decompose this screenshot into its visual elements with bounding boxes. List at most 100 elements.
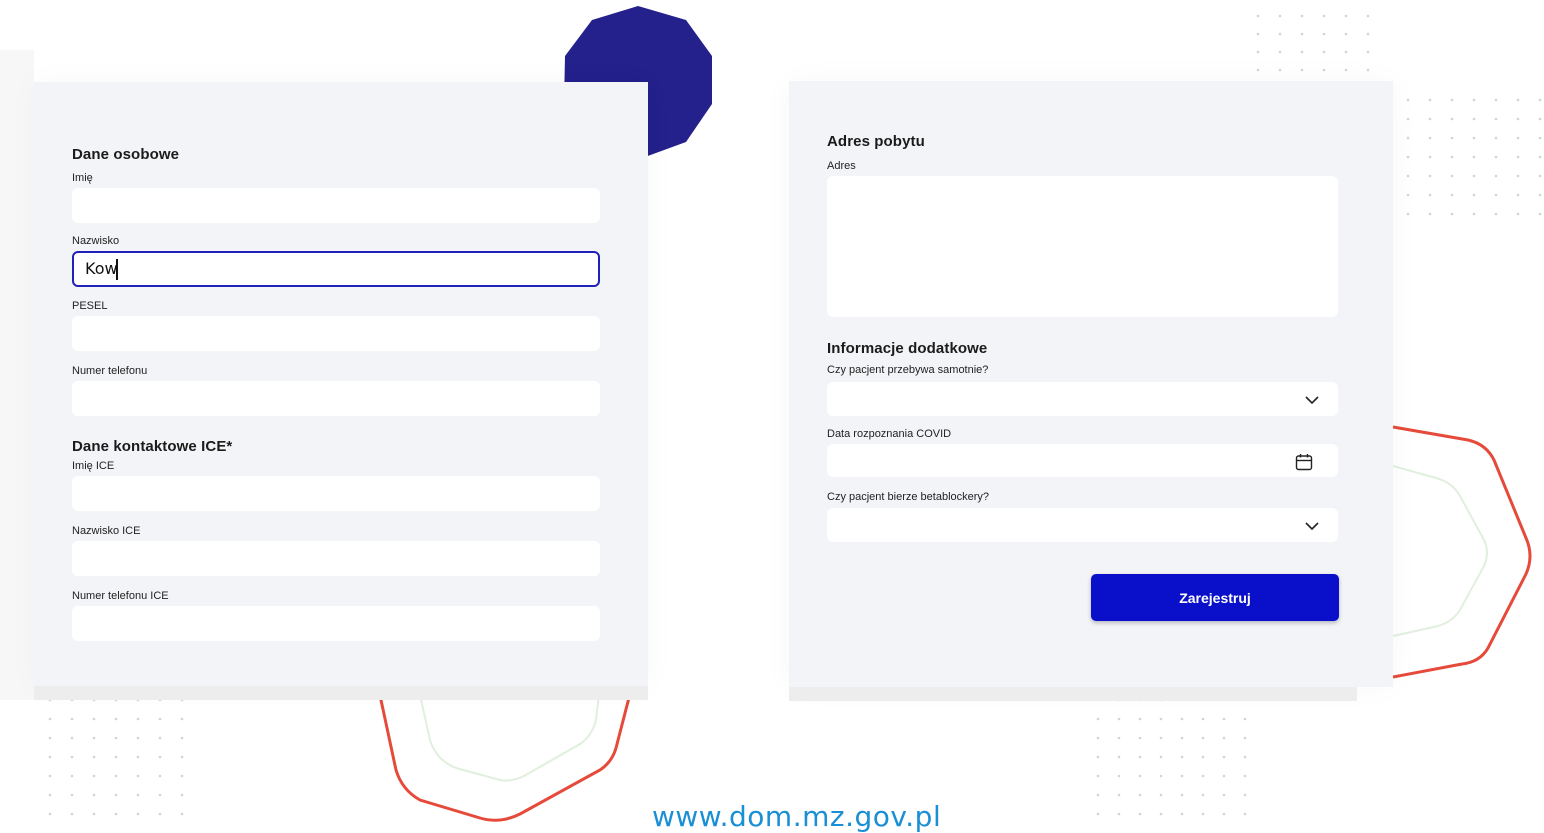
decor-dot [1117,793,1121,797]
decor-dot [1366,68,1370,72]
last-name-input[interactable]: Kow [72,251,600,287]
decor-dot [1538,193,1542,197]
decor-dot [1201,755,1205,759]
decor-dot [1516,155,1520,159]
decor-dot [1117,774,1121,778]
decor-dot [1096,793,1100,797]
alone-label: Czy pacjent przebywa samotnie? [827,364,989,376]
decor-dot [92,774,96,778]
covid-date-input[interactable] [827,444,1338,477]
decor-dot [48,774,52,778]
decor-dot [1450,193,1454,197]
decor-dot [1322,68,1326,72]
decor-dot [1494,212,1498,216]
decor-dot [1366,32,1370,36]
decor-dot [1406,98,1410,102]
decor-dot [1538,98,1542,102]
decor-dot [1428,174,1432,178]
decor-dot [1494,155,1498,159]
decor-dot [1243,793,1247,797]
decor-dot [136,793,140,797]
decor-dot [1406,155,1410,159]
decor-dot [180,755,184,759]
ice-first-name-input[interactable] [72,476,600,511]
phone-input[interactable] [72,381,600,416]
decor-dot [1516,174,1520,178]
decor-dot [114,774,118,778]
chevron-down-icon [1305,396,1319,405]
decor-dot [1494,117,1498,121]
decor-dot [1117,717,1121,721]
card-shadow [34,686,648,700]
decor-dot [180,736,184,740]
decor-dot [1472,174,1476,178]
covid-date-label: Data rozpoznania COVID [827,428,952,440]
decor-dot [1138,736,1142,740]
decor-dot [158,717,162,721]
decor-dot [1300,14,1304,18]
decor-dot [1406,117,1410,121]
decor-dot [1117,755,1121,759]
section-title-extra: Informacje dodatkowe [827,340,988,357]
phone-label: Numer telefonu [72,365,148,377]
decor-dot [1243,774,1247,778]
section-title-ice: Dane kontaktowe ICE* [72,438,233,455]
alone-select[interactable] [827,382,1338,416]
ice-last-name-input[interactable] [72,541,600,576]
decor-dot [70,717,74,721]
decor-dot [1538,117,1542,121]
decor-dot [1406,193,1410,197]
decor-dot [1222,736,1226,740]
decor-dot [1450,174,1454,178]
decor-dot [1538,174,1542,178]
first-name-input[interactable] [72,188,600,223]
calendar-icon[interactable] [1295,453,1313,471]
decor-dot [1243,717,1247,721]
decor-dot [28,565,32,569]
decor-dot [1516,193,1520,197]
decor-dot [1117,736,1121,740]
decor-dot [1322,50,1326,54]
decor-dot [158,812,162,816]
decor-dot [1278,68,1282,72]
decor-dot [1322,32,1326,36]
decor-dot [180,717,184,721]
decor-dot [1180,736,1184,740]
decor-dot [28,548,32,552]
decor-dot [180,774,184,778]
decor-dot [1538,212,1542,216]
decor-dot [158,755,162,759]
betablocker-select[interactable] [827,508,1338,542]
decor-dot [1344,50,1348,54]
decor-dot [1450,136,1454,140]
section-title-personal: Dane osobowe [72,146,180,163]
decor-dot [1180,755,1184,759]
decor-dot [1450,98,1454,102]
decor-dot [114,812,118,816]
decor-dot [158,793,162,797]
decor-dot [6,599,10,603]
decor-dot [1222,717,1226,721]
pesel-label: PESEL [72,300,108,312]
decor-dot [1428,212,1432,216]
card-shadow-right [789,687,1357,701]
green-outline-left [417,685,601,782]
ice-phone-input[interactable] [72,606,600,641]
footer-url[interactable]: www.dom.mz.gov.pl [652,800,941,833]
decor-dot [1159,717,1163,721]
decor-dot [1180,812,1184,816]
decor-dot [1117,812,1121,816]
decor-dot [1406,212,1410,216]
decor-dot [1300,68,1304,72]
decor-dot [92,812,96,816]
pesel-input[interactable] [72,316,600,351]
address-textarea[interactable] [827,176,1338,317]
register-button[interactable]: Zarejestruj [1091,574,1339,621]
decor-dot [1159,812,1163,816]
decor-dot [1406,174,1410,178]
decor-dot [1344,14,1348,18]
decor-dot [70,774,74,778]
decor-dot [1243,755,1247,759]
decor-dot [6,633,10,637]
decor-dot [1159,755,1163,759]
